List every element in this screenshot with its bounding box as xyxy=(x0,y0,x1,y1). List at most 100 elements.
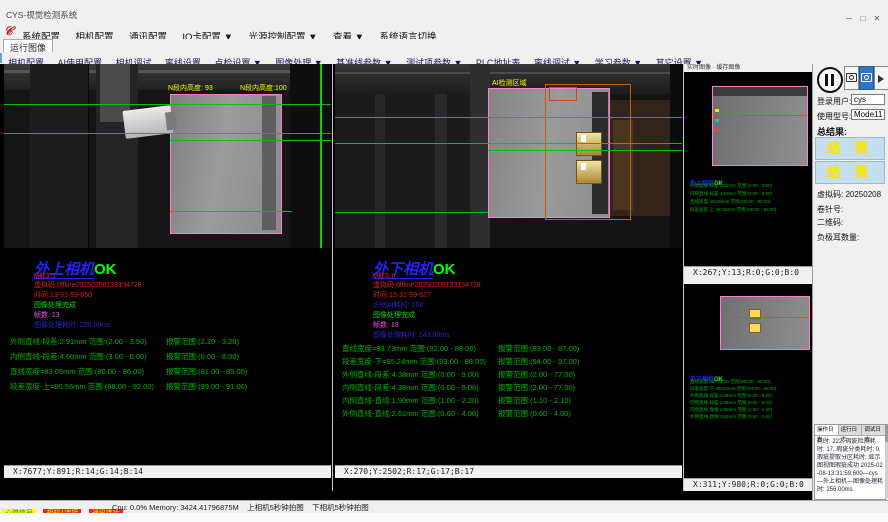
alarm-range: 报警范围:(2.20 - 3.20) xyxy=(166,338,239,346)
rail-highlight xyxy=(335,72,682,74)
roi-label: N段内高度:100 xyxy=(240,85,287,92)
roi-sub-rect xyxy=(549,87,577,101)
login-input[interactable] xyxy=(851,94,885,105)
frame-count-text: 帧数: 13 xyxy=(34,312,60,319)
part-edge xyxy=(262,96,276,230)
roi-label: N段内高度: 93 xyxy=(168,85,213,92)
toolbar-accent xyxy=(0,53,2,63)
model-label: 使用型号: xyxy=(817,111,851,122)
right-sidebar: 登录用户: 使用型号: 总结果: 结 果 结 果 虚拟码: 20250208 卷… xyxy=(812,64,888,500)
preview-bottom-statusbar: X:311;Y:980;R:0;G:0;B:0 xyxy=(684,478,812,491)
ai-time-text: 识别AI耗时: 168 xyxy=(373,302,423,309)
measure-row: 内侧直线-段差:4.60mm 范围:(3.00 - 6.00) xyxy=(10,353,147,361)
tab-debug-log[interactable]: 调试日志 xyxy=(862,425,885,435)
camera-icon xyxy=(846,73,857,82)
camera-icon xyxy=(861,73,872,82)
capture-button[interactable] xyxy=(844,66,859,90)
gold-contact xyxy=(749,323,761,333)
maximize-icon[interactable]: □ xyxy=(856,14,870,23)
mini-measure: 外侧直线-直线:2.61mm 范围:(0.60 - 4.00) xyxy=(690,415,772,420)
tab-run-log[interactable]: 运行日志 xyxy=(839,425,863,435)
preview-thumb-image xyxy=(720,296,810,350)
overlay-line xyxy=(170,140,331,141)
alarm-range: 报警范围:(2.00 - 77.00) xyxy=(498,384,575,392)
measure-row: 内侧直线-直线:1.90mm 范围:(1.00 - 2.20) xyxy=(342,397,479,405)
time-text: 时间:13-31-59-650 xyxy=(34,292,92,299)
ai-roi-label: AI检测区域 xyxy=(492,80,527,87)
virtual-code-label: 虚拟码: 20250208 xyxy=(817,189,881,200)
left-camera-panel[interactable]: N段内高度: 93 N段内高度:100 外上相机OK M批次:1 虚拟码:0ff… xyxy=(4,64,331,478)
batch-text: M批次:1 xyxy=(34,274,56,280)
virtual-code-text: 虚拟码:0ffline20250208133134728 xyxy=(373,282,481,289)
log-text: 耗时: 222, 瑕疵检测耗时: 17, 瑕疵分类耗时: 0, 瑕疵提取分区耗时… xyxy=(815,436,885,496)
mini-measure: 直线宽度=83.73mm 范围:(82.00 - 88.00) xyxy=(690,380,770,385)
mini-measure: 直线宽度=83.05mm 范围:(80.00 - 86.00) xyxy=(690,200,770,205)
window-title: CYS-视觉检测系统 xyxy=(6,9,77,21)
preview-top-panel[interactable]: 外上相机OK 外侧直线-段差:2.91mm 范围:(2.00 - 3.50) 内… xyxy=(684,72,812,266)
middle-camera-panel[interactable]: AI检测区域 外下相机OK M批次:0 虚拟码:0ffline202502081… xyxy=(335,64,682,478)
ai-roi-rect xyxy=(545,84,631,220)
left-coords-statusbar: X:7677;Y:891;R:14;G:14;B:14 xyxy=(4,465,331,478)
live-image-button[interactable] xyxy=(859,66,874,90)
mini-measure: 段差宽度-下=95.24mm 范围:(93.00 - 98.00) xyxy=(690,387,776,392)
measure-row: 外侧直线-段差:4.38mm 范围:(0.00 - 9.00) xyxy=(342,371,479,379)
overlay-line xyxy=(721,317,809,318)
preview-header: 实时图像 · 缓存图像 xyxy=(684,64,812,72)
measure-row: 直线宽度=83.73mm 范围:(82.00 - 88.00) xyxy=(342,345,476,353)
result-box-2: 结 果 xyxy=(815,161,885,184)
measure-row: 外侧直线-段差:2.91mm 范围:(2.00 - 3.50) xyxy=(10,338,147,346)
overlay-line xyxy=(335,212,488,213)
mini-measure: 内侧直线-直线:1.90mm 范围:(1.00 - 2.20) xyxy=(690,408,772,413)
titlebar: CYS-视觉检测系统 ─□✕ xyxy=(0,0,888,24)
middle-camera-image[interactable]: AI检测区域 xyxy=(335,64,682,248)
alarm-range: 报警范围:(0.00 - 8.00) xyxy=(166,353,239,361)
mini-measure: 段差宽度-上=90.56mm 范围:(88.00 - 92.00) xyxy=(690,208,776,213)
alarm-range: 报警范围:(2.00 - 77.00) xyxy=(498,371,575,379)
process-time-text: 图像处理耗时: 256.00ms xyxy=(34,322,111,329)
machine-bracket xyxy=(470,64,490,248)
pause-button[interactable] xyxy=(817,67,843,93)
measure-row: 段差宽度-上=90.56mm 范围:(88.00 - 92.00) xyxy=(10,383,154,391)
export-button[interactable] xyxy=(874,66,888,90)
virtual-code-text: 虚拟码:0ffline20250208133134728 xyxy=(34,282,142,289)
measure-row: 外侧直线-直线:2.61mm 范围:(0.60 - 4.00) xyxy=(342,410,479,418)
machine-shadow xyxy=(670,64,682,248)
overlay-line xyxy=(335,117,682,118)
time-text: 时间:13-31-59-627 xyxy=(373,292,431,299)
model-input[interactable] xyxy=(851,109,885,120)
app-window: CYS-视觉检测系统 ─□✕ 𝒞 系统配置 相机配置 通讯配置 IO卡配置 ▼ … xyxy=(0,0,888,522)
mini-measure: 外侧直线-段差:2.91mm 范围:(2.00 - 3.50) xyxy=(690,184,772,189)
thumb-mark xyxy=(715,119,719,122)
measure-row: 段差宽度-下=95.24mm 范围:(93.00 - 98.00) xyxy=(342,358,486,366)
bottom-strip xyxy=(0,513,888,522)
overlay-line xyxy=(170,211,292,212)
menubar: 𝒞 系统配置 相机配置 通讯配置 IO卡配置 ▼ 光源控制配置 ▼ 查看 ▼ 系… xyxy=(0,24,888,39)
log-panel: 操作日志 运行日志 调试日志 耗时: 222, 瑕疵检测耗时: 17, 瑕疵分类… xyxy=(814,424,886,500)
alarm-range: 报警范围:(89.00 - 91.00) xyxy=(166,383,247,391)
measure-row: 直线宽度=83.05mm 范围:(80.00 - 86.00) xyxy=(10,368,144,376)
login-label: 登录用户: xyxy=(817,96,851,107)
qr-label: 二维码: xyxy=(817,217,843,228)
ok-result-text: OK xyxy=(94,261,117,278)
mini-measure: 内侧直线-段差:4.60mm 范围:(3.00 - 6.00) xyxy=(690,192,772,197)
overlay-line xyxy=(713,115,807,116)
minimize-icon[interactable]: ─ xyxy=(842,14,856,23)
app-statusbar: 心跳信号 相机1连接 通讯连接 Cpu: 0.0% Memory: 3424.4… xyxy=(0,500,888,514)
preview-thumb-image xyxy=(712,86,808,166)
overlay-vline xyxy=(320,64,322,248)
mini-measure: 内侧直线-段差:4.38mm 范围:(0.00 - 9.00) xyxy=(690,401,772,406)
pause-icon xyxy=(831,74,834,86)
alarm-range: 报警范围:(81.00 - 85.00) xyxy=(166,368,247,376)
pause-icon xyxy=(825,74,828,86)
process-done-text: 图像处理完成 xyxy=(373,312,415,319)
process-time-text: 图像处理耗时: 143.00ms xyxy=(373,332,450,339)
thumb-mark xyxy=(715,129,719,132)
close-icon[interactable]: ✕ xyxy=(870,14,884,23)
measure-row: 内侧直线-段差:4.38mm 范围:(0.00 - 9.00) xyxy=(342,384,479,392)
toolbar: 相机配置 AI使用配置 相机调试 离线设置 点检设置 ▼ 图像处理 ▼ 基准线参… xyxy=(0,52,888,64)
overlay-line xyxy=(335,143,682,144)
tab-op-log[interactable]: 操作日志 xyxy=(815,425,839,435)
left-camera-image[interactable]: N段内高度: 93 N段内高度:100 xyxy=(4,64,331,248)
preview-header-label: 实时图像 · 缓存图像 xyxy=(684,64,812,72)
preview-bottom-panel[interactable]: 外下相机OK 直线宽度=83.73mm 范围:(82.00 - 88.00) 段… xyxy=(684,284,812,478)
